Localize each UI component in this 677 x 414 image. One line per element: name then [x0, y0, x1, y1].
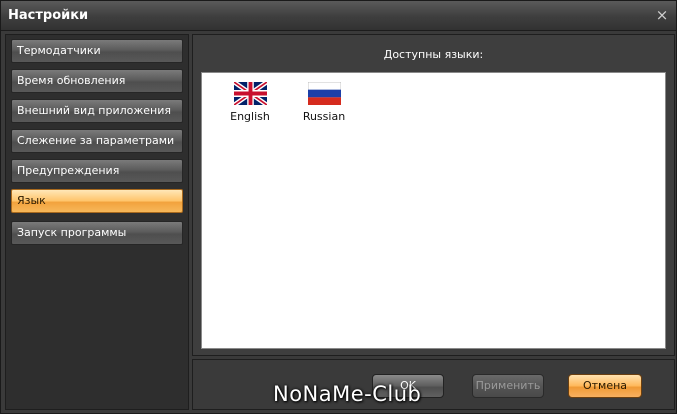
russia-flag-icon — [307, 82, 341, 105]
settings-window: Настройки × Термодатчики Время обновлени… — [0, 0, 677, 414]
sidebar-item-language[interactable]: Язык — [11, 189, 183, 213]
language-name: Russian — [302, 110, 346, 123]
sidebar-item-appearance[interactable]: Внешний вид приложения — [11, 99, 183, 123]
cancel-button[interactable]: Отмена — [568, 374, 642, 398]
language-option-russian[interactable]: Russian — [294, 82, 354, 123]
dialog-button-bar: OK Применить Отмена — [192, 359, 675, 410]
language-name: English — [230, 110, 270, 123]
apply-button[interactable]: Применить — [472, 374, 544, 398]
sidebar-item-warnings[interactable]: Предупреждения — [11, 159, 183, 183]
sidebar-item-thermal-sensors[interactable]: Термодатчики — [11, 39, 183, 63]
title-bar[interactable]: Настройки × — [1, 1, 676, 31]
uk-flag-icon — [233, 82, 267, 105]
sidebar-item-parameter-monitoring[interactable]: Слежение за параметрами — [11, 129, 183, 153]
close-icon[interactable]: × — [653, 6, 671, 24]
sidebar-item-program-launch[interactable]: Запуск программы — [11, 221, 183, 245]
window-title: Настройки — [8, 8, 89, 23]
language-option-english[interactable]: English — [220, 82, 280, 123]
watermark: NoNaMe-Club — [273, 382, 422, 406]
language-list: English Russian — [201, 72, 666, 349]
available-languages-label: Доступны языки: — [383, 48, 484, 61]
language-settings-panel: Доступны языки: English Russian — [192, 34, 675, 356]
settings-sidebar: Термодатчики Время обновления Внешний ви… — [5, 34, 189, 410]
sidebar-item-update-time[interactable]: Время обновления — [11, 69, 183, 93]
